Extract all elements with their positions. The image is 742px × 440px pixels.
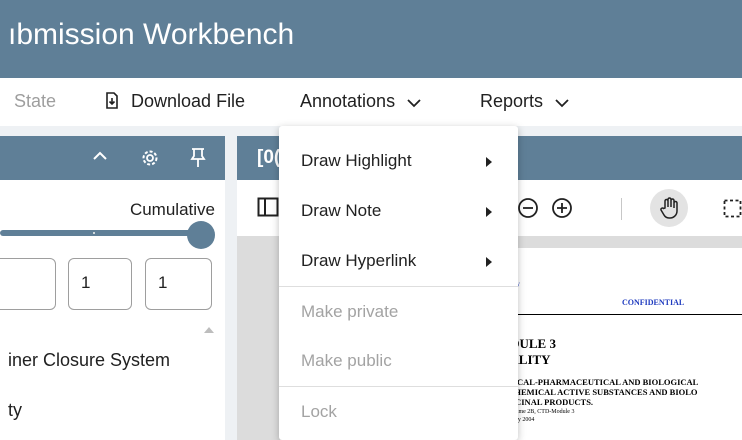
- version-slider-track[interactable]: [0, 230, 205, 236]
- submenu-arrow-icon: [486, 157, 492, 167]
- pan-tool-button[interactable]: [650, 189, 688, 227]
- doc-rule: [500, 314, 742, 315]
- download-file-icon: [106, 92, 118, 109]
- app-title: ıbmission Workbench: [8, 18, 295, 51]
- selection-icon[interactable]: [723, 199, 742, 218]
- gear-icon[interactable]: [140, 148, 160, 168]
- menu-reports-label: Reports: [480, 91, 544, 111]
- hand-icon: [660, 197, 678, 219]
- menu-reports[interactable]: Reports: [480, 91, 570, 112]
- menu-item-label: Make public: [301, 351, 392, 370]
- menu-item-lock: Lock: [279, 387, 518, 437]
- range-input-2[interactable]: 1: [68, 258, 132, 310]
- submenu-arrow-icon: [486, 257, 492, 267]
- chevron-up-icon[interactable]: [92, 150, 108, 162]
- chevron-down-icon: [407, 99, 421, 108]
- menu-download-label: Download File: [131, 91, 246, 111]
- menu-download-file[interactable]: Download File: [104, 91, 245, 112]
- chevron-down-icon: [555, 99, 569, 108]
- range-input-1[interactable]: [0, 258, 56, 310]
- left-panel-header: [0, 136, 225, 180]
- pin-icon[interactable]: [190, 147, 206, 169]
- menu-item-draw-hyperlink[interactable]: Draw Hyperlink: [279, 236, 518, 286]
- zoom-out-icon[interactable]: [517, 197, 539, 219]
- scroll-up-arrow[interactable]: [204, 327, 214, 333]
- document-page: eberry C CONFIDENTIAL ODULE 3 UALITY EMI…: [500, 248, 742, 440]
- menu-annotations[interactable]: Annotations: [300, 91, 422, 112]
- menu-item-label: Draw Note: [301, 201, 382, 220]
- menu-state[interactable]: State: [14, 91, 56, 112]
- version-slider-thumb[interactable]: [187, 221, 215, 249]
- slider-tick: [93, 232, 95, 234]
- tree-item-container-closure[interactable]: iner Closure System: [8, 350, 170, 371]
- menu-item-make-public: Make public: [279, 336, 518, 386]
- menu-item-label: Draw Hyperlink: [301, 251, 417, 270]
- menu-item-draw-note[interactable]: Draw Note: [279, 186, 518, 236]
- toolbar-divider: [621, 198, 622, 220]
- tree-item-quality[interactable]: ty: [8, 400, 22, 421]
- menu-item-label: Draw Highlight: [301, 151, 412, 170]
- app-title-bar: ıbmission Workbench: [0, 0, 742, 78]
- menu-bar: State Download File Annotations Reports: [0, 78, 742, 126]
- menu-item-label: Make private: [301, 302, 399, 321]
- menu-item-make-private: Make private: [279, 287, 518, 337]
- cumulative-label: Cumulative: [129, 200, 215, 219]
- submenu-arrow-icon: [486, 207, 492, 217]
- left-panel-body: Cumulative 1 1 iner Closure System ty: [0, 180, 225, 440]
- doc-confidential: CONFIDENTIAL: [622, 298, 685, 307]
- zoom-in-icon[interactable]: [551, 197, 573, 219]
- document-tab-label: [0(: [257, 147, 281, 168]
- annotations-dropdown: Draw Highlight Draw Note Draw Hyperlink …: [279, 126, 518, 440]
- menu-item-draw-highlight[interactable]: Draw Highlight: [279, 136, 518, 186]
- menu-annotations-label: Annotations: [300, 91, 396, 111]
- sidebar-toggle-icon[interactable]: [257, 197, 279, 217]
- range-input-3[interactable]: 1: [145, 258, 212, 310]
- menu-item-label: Lock: [301, 402, 337, 421]
